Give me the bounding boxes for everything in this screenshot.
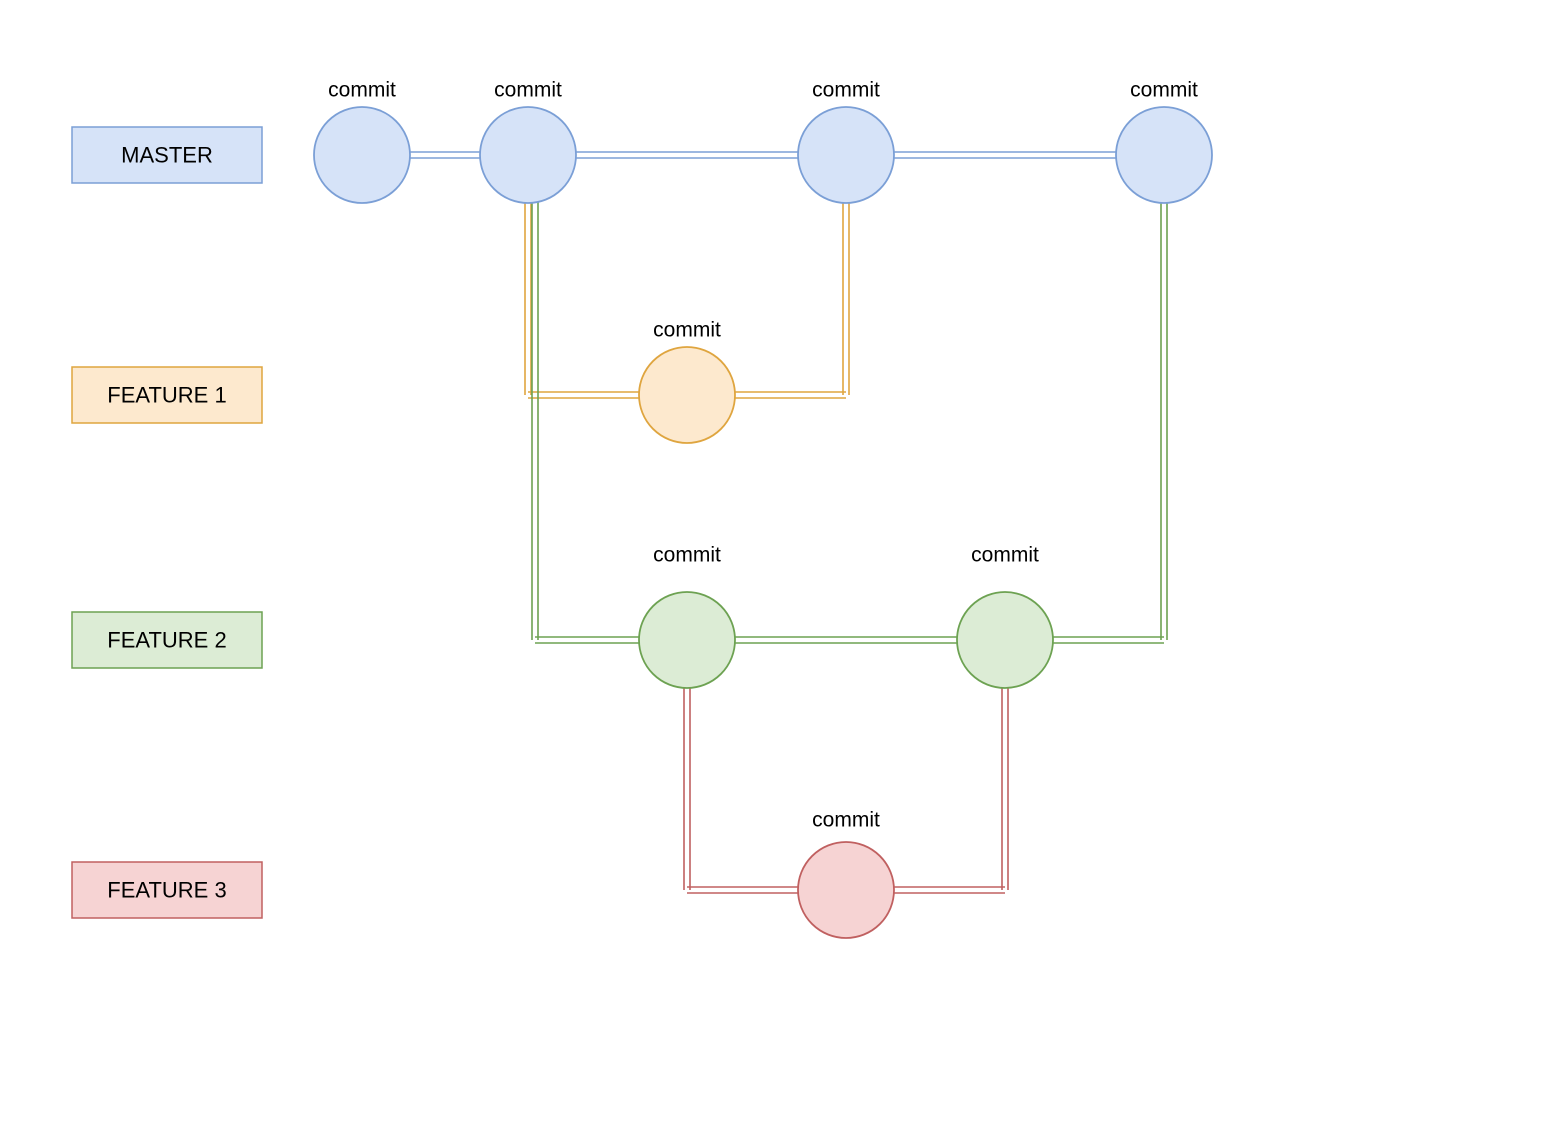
commit-label: commit	[812, 809, 880, 832]
commit-label: commit	[653, 544, 721, 567]
commit-node: commit	[639, 319, 735, 444]
commit-label: commit	[812, 79, 880, 102]
commit-label: commit	[1130, 79, 1198, 102]
commit-node: commit	[639, 544, 735, 689]
commit-node: commit	[480, 79, 576, 204]
branch-label-text-master: MASTER	[121, 143, 213, 168]
branch-label-text-feature2: FEATURE 2	[107, 628, 226, 653]
git-branch-diagram: MASTER FEATURE 1 FEATURE 2 FEATURE 3 commit c…	[0, 0, 1542, 1146]
commit-node: commit	[1116, 79, 1212, 204]
commit-label: commit	[328, 79, 396, 102]
commit-label: commit	[971, 544, 1039, 567]
commit-label: commit	[653, 319, 721, 342]
commit-node: commit	[798, 809, 894, 939]
commit-node: commit	[798, 79, 894, 204]
branch-label-master: MASTER	[72, 127, 262, 183]
commit-label: commit	[494, 79, 562, 102]
commit-node: commit	[314, 79, 410, 204]
branch-label-feature1: FEATURE 1	[72, 367, 262, 423]
commit-node: commit	[957, 544, 1053, 689]
branch-label-feature2: FEATURE 2	[72, 612, 262, 668]
branch-label-feature3: FEATURE 3	[72, 862, 262, 918]
branch-label-text-feature3: FEATURE 3	[107, 878, 226, 903]
branch-label-text-feature1: FEATURE 1	[107, 383, 226, 408]
